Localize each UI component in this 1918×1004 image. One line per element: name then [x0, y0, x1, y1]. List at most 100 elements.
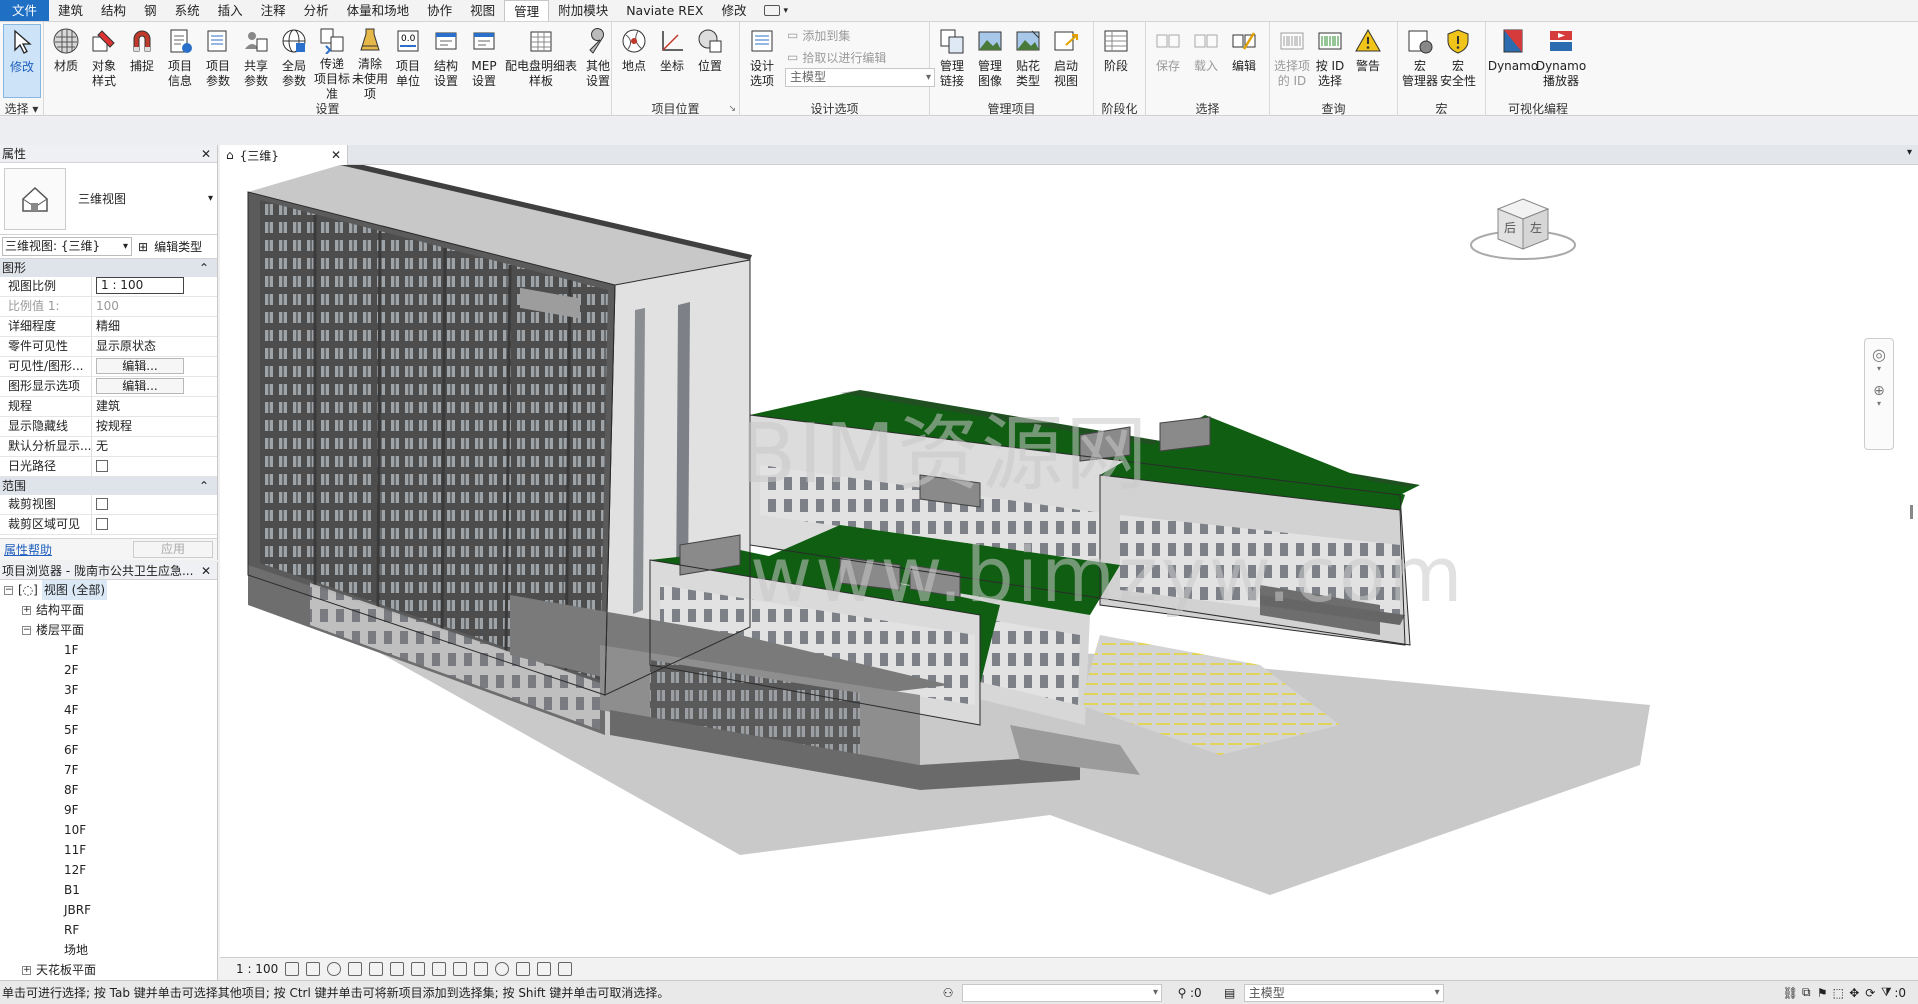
tree-node-ceiling-plans[interactable]: + 天花板平面: [0, 960, 217, 980]
select-underlay-icon[interactable]: ⧉: [1798, 985, 1814, 1001]
tab-view[interactable]: 视图: [461, 0, 504, 21]
tree-node-level[interactable]: 2F: [0, 660, 217, 680]
phases-button[interactable]: 阶段: [1097, 24, 1135, 98]
tree-node-floor-plans[interactable]: − 楼层平面: [0, 620, 217, 640]
tree-node-structural-plans[interactable]: + 结构平面: [0, 600, 217, 620]
graphic-display-edit-button[interactable]: 编辑...: [96, 378, 184, 394]
shared-parameters-button[interactable]: 共享 参数: [237, 24, 275, 98]
editing-requests-icon[interactable]: ⚲: [1174, 985, 1190, 1001]
reveal-constraints-icon[interactable]: [558, 961, 573, 976]
snaps-button[interactable]: 捕捉: [123, 24, 161, 98]
dynamo-button[interactable]: Dynamo: [1488, 24, 1538, 98]
detail-level-icon[interactable]: [285, 961, 300, 976]
select-pinned-icon[interactable]: ⚑: [1814, 985, 1830, 1001]
tree-node-level[interactable]: 1F: [0, 640, 217, 660]
shadows-icon[interactable]: [348, 961, 363, 976]
view-tab-3d[interactable]: ⌂ {三维} ✕: [220, 145, 348, 165]
crop-view-checkbox[interactable]: [96, 498, 108, 510]
tree-node-level[interactable]: 6F: [0, 740, 217, 760]
tab-modify[interactable]: 修改: [712, 0, 755, 21]
tab-architecture[interactable]: 建筑: [49, 0, 92, 21]
temporary-hide-icon[interactable]: [453, 961, 468, 976]
type-selector[interactable]: 三维视图 ▾: [0, 163, 217, 235]
tab-file[interactable]: 文件: [0, 0, 50, 21]
prop-row-parts-visibility[interactable]: 零件可见性 显示原状态: [0, 337, 217, 357]
viewcube-back-face[interactable]: 后: [1504, 219, 1516, 236]
add-to-set-button[interactable]: ▭ 添加到集: [785, 24, 935, 46]
show-crop-icon[interactable]: [411, 961, 426, 976]
decal-types-button[interactable]: 贴花 类型: [1009, 24, 1047, 98]
design-option-combo[interactable]: 主模型: [785, 68, 935, 87]
tree-node-level[interactable]: 9F: [0, 800, 217, 820]
drag-elements-icon[interactable]: ✥: [1846, 985, 1862, 1001]
macro-manager-button[interactable]: 宏 管理器: [1401, 24, 1439, 98]
ribbon-display-toggle[interactable]: ▾: [755, 0, 797, 21]
prop-row-analysis-display[interactable]: 默认分析显示... 无: [0, 437, 217, 457]
highlight-displacement-icon[interactable]: [537, 961, 552, 976]
sun-path-icon[interactable]: [327, 961, 342, 976]
tree-node-level[interactable]: 8F: [0, 780, 217, 800]
visual-style-icon[interactable]: [306, 961, 321, 976]
warnings-button[interactable]: 警告: [1349, 24, 1387, 98]
collapse-toggle-icon[interactable]: −: [22, 625, 31, 635]
3d-viewport[interactable]: BIM资源网 www.bimzyw.com 后 左: [220, 165, 1918, 957]
pin-icon[interactable]: [495, 961, 510, 976]
ids-of-selection-button[interactable]: 选择项 的 ID: [1273, 24, 1311, 98]
panel-title-select[interactable]: 选择 ▾: [0, 100, 43, 116]
tab-steel[interactable]: 钢: [135, 0, 166, 21]
tree-node-level[interactable]: 7F: [0, 760, 217, 780]
tree-node-level[interactable]: 3F: [0, 680, 217, 700]
close-icon[interactable]: ✕: [201, 147, 211, 161]
background-processes-icon[interactable]: ⟳: [1862, 985, 1878, 1001]
group-extents[interactable]: 范围 ⌃: [0, 477, 217, 495]
collapse-toggle-icon[interactable]: −: [4, 585, 13, 595]
prop-row-hidden-lines[interactable]: 显示隐藏线 按规程: [0, 417, 217, 437]
transfer-project-standards-button[interactable]: 传递 项目标准: [313, 24, 351, 101]
tab-analyze[interactable]: 分析: [295, 0, 338, 21]
visibility-graphics-edit-button[interactable]: 编辑...: [96, 358, 184, 374]
location-button[interactable]: 地点: [615, 24, 653, 98]
design-option-status-dropdown[interactable]: 主模型: [1243, 983, 1444, 1002]
project-information-button[interactable]: 项目 信息: [161, 24, 199, 98]
viewcube[interactable]: 后 左: [1468, 187, 1578, 267]
modify-button[interactable]: 修改: [3, 24, 41, 98]
lock-3d-icon[interactable]: [432, 961, 447, 976]
chevron-down-icon[interactable]: ▾: [1865, 399, 1893, 408]
expand-toggle-icon[interactable]: +: [22, 605, 31, 615]
close-icon[interactable]: ✕: [331, 148, 341, 162]
tree-node-level[interactable]: JBRF: [0, 900, 217, 920]
tab-naviate-rex[interactable]: Naviate REX: [617, 0, 712, 21]
select-by-id-button[interactable]: 按 ID 选择: [1311, 24, 1349, 98]
close-icon[interactable]: ✕: [201, 564, 211, 578]
tree-node-views-all[interactable]: − [◌] 视图 (全部): [0, 580, 217, 600]
tree-node-level[interactable]: RF: [0, 920, 217, 940]
tab-annotate[interactable]: 注释: [252, 0, 295, 21]
macro-security-button[interactable]: 宏 安全性: [1439, 24, 1477, 98]
edit-selection-button[interactable]: 编辑: [1225, 24, 1263, 98]
tree-node-level[interactable]: B1: [0, 880, 217, 900]
coordinates-button[interactable]: 坐标: [653, 24, 691, 98]
crop-region-visible-checkbox[interactable]: [96, 518, 108, 530]
view-scroll-indicator[interactable]: [1910, 505, 1913, 519]
location-panel-launcher-icon[interactable]: ↘: [728, 104, 736, 114]
tab-systems[interactable]: 系统: [166, 0, 209, 21]
manage-images-button[interactable]: 管理 图像: [971, 24, 1009, 98]
analytical-model-icon[interactable]: [516, 961, 531, 976]
structural-settings-button[interactable]: 结构 设置: [427, 24, 465, 98]
position-button[interactable]: 位置: [691, 24, 729, 98]
reveal-hidden-icon[interactable]: [474, 961, 489, 976]
project-units-button[interactable]: 0.0 项目 单位: [389, 24, 427, 98]
tree-node-level[interactable]: 11F: [0, 840, 217, 860]
prop-row-detail-level[interactable]: 详细程度 精细: [0, 317, 217, 337]
view-scale-input[interactable]: 1 : 100: [96, 277, 184, 294]
zoom-region-icon[interactable]: ⊕: [1865, 383, 1893, 399]
object-styles-button[interactable]: 对象 样式: [85, 24, 123, 98]
chevron-down-icon[interactable]: ▾: [1865, 364, 1893, 373]
dynamo-player-button[interactable]: Dynamo 播放器: [1536, 24, 1586, 98]
properties-help-link[interactable]: 属性帮助: [4, 541, 52, 558]
pick-to-edit-button[interactable]: ▭ 拾取以进行编辑: [785, 46, 935, 68]
starting-view-button[interactable]: 启动 视图: [1047, 24, 1085, 98]
workset-dropdown[interactable]: [962, 983, 1162, 1002]
edit-type-button[interactable]: 编辑类型: [154, 238, 202, 255]
tab-addins[interactable]: 附加模块: [549, 0, 617, 21]
